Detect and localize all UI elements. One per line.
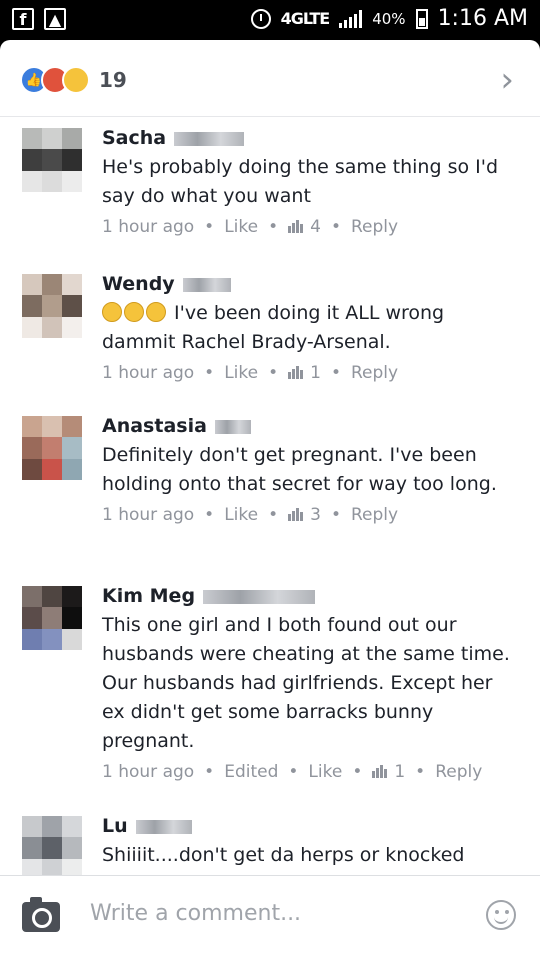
reply-link[interactable]: Reply <box>435 762 482 782</box>
like-count: 1 <box>394 762 406 782</box>
chevron-right-icon[interactable]: › <box>500 60 514 100</box>
comment-input[interactable]: Write a comment... <box>90 901 301 926</box>
like-link[interactable]: Like <box>224 363 258 383</box>
comment-time[interactable]: 1 hour ago <box>102 217 194 237</box>
reaction-count: 19 <box>99 68 127 92</box>
commenter-name[interactable]: Wendy <box>102 270 175 299</box>
like-link[interactable]: Like <box>308 762 342 782</box>
avatar[interactable] <box>22 816 82 880</box>
like-count-icon <box>372 764 388 778</box>
avatar[interactable] <box>22 586 82 650</box>
battery-icon <box>415 8 428 29</box>
network-label: 4GLTE <box>280 9 331 28</box>
reply-link[interactable]: Reply <box>351 217 398 237</box>
redacted-surname <box>214 419 251 434</box>
alarm-icon <box>250 8 271 29</box>
redacted-surname <box>135 819 192 834</box>
like-link[interactable]: Like <box>224 505 258 525</box>
comment-text: Shiiiit....don't get da herps or knocked <box>102 844 465 866</box>
comment-composer: Write a comment... <box>0 875 540 960</box>
like-count-icon <box>288 365 304 379</box>
redacted-surname <box>203 589 316 604</box>
redacted-surname <box>182 277 231 292</box>
edited-label[interactable]: Edited <box>224 762 278 782</box>
like-count: 4 <box>310 217 321 237</box>
commenter-name[interactable]: Anastasia <box>102 412 207 441</box>
facebook-icon: f <box>12 8 34 30</box>
haha-reaction-icon <box>62 66 90 94</box>
comment-text: Definitely don't get pregnant. I've been… <box>102 444 497 495</box>
emoji-icon[interactable] <box>486 900 516 930</box>
signal-icon <box>339 9 363 28</box>
comment-text: This one girl and I both found out our h… <box>102 614 510 752</box>
comment-meta: 1 hour ago • Edited • Like • 1 • Reply <box>102 762 483 782</box>
reply-link[interactable]: Reply <box>351 363 398 383</box>
comment-meta: 1 hour ago • Like • 3 • Reply <box>102 505 399 525</box>
clock: 1:16 AM <box>437 6 528 31</box>
redacted-surname <box>174 131 245 146</box>
comment-meta: 1 hour ago • Like • 4 • Reply <box>102 217 399 237</box>
commenter-name[interactable]: Kim Meg <box>102 582 195 611</box>
like-count-icon <box>288 219 304 233</box>
laughing-emoji-icon <box>146 302 166 322</box>
comment-meta: 1 hour ago • Like • 1 • Reply <box>102 363 399 383</box>
laughing-emoji-icon <box>124 302 144 322</box>
camera-icon[interactable] <box>22 897 60 932</box>
commenter-name[interactable]: Lu <box>102 812 128 841</box>
laughing-emoji-icon <box>102 302 122 322</box>
battery-label: 40% <box>372 9 406 28</box>
reply-link[interactable]: Reply <box>351 505 398 525</box>
status-bar: f ▲ 4GLTE 40% 1:16 AM <box>0 0 540 40</box>
reactions-header[interactable]: 👍 19 › <box>0 40 540 117</box>
comment-time[interactable]: 1 hour ago <box>102 762 194 782</box>
comments-panel: 👍 19 › Sacha He's probably doing the sam… <box>0 40 540 960</box>
like-link[interactable]: Like <box>224 217 258 237</box>
commenter-name[interactable]: Sacha <box>102 124 166 153</box>
avatar[interactable] <box>22 274 82 338</box>
comment-time[interactable]: 1 hour ago <box>102 363 194 383</box>
like-count-icon <box>288 507 304 521</box>
gallery-icon: ▲ <box>44 8 66 30</box>
comment-time[interactable]: 1 hour ago <box>102 505 194 525</box>
like-count: 1 <box>310 363 321 383</box>
avatar[interactable] <box>22 128 82 192</box>
comment-text: He's probably doing the same thing so I'… <box>102 156 499 207</box>
avatar[interactable] <box>22 416 82 480</box>
like-count: 3 <box>310 505 321 525</box>
reaction-summary[interactable]: 👍 19 <box>20 66 127 94</box>
